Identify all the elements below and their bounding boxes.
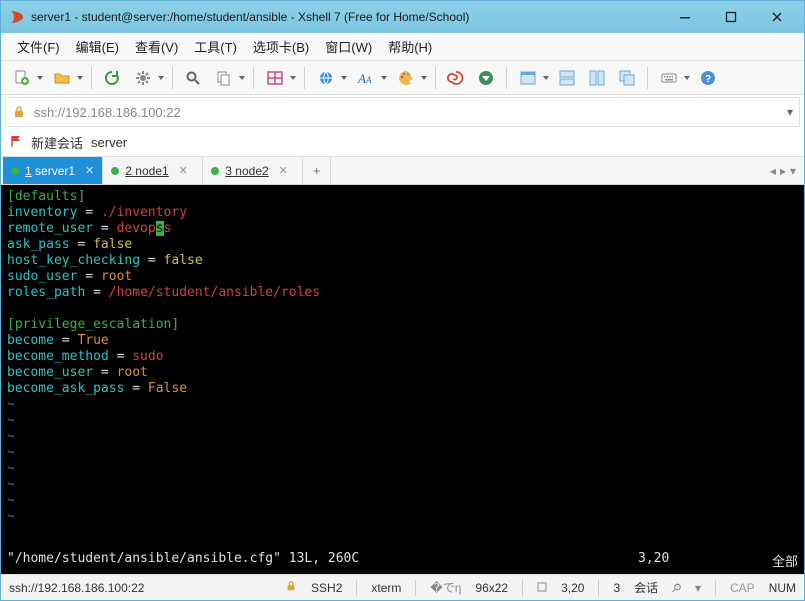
status-dot-icon <box>11 167 19 175</box>
lock-icon <box>285 580 297 595</box>
tile-horizontal-button[interactable] <box>553 64 581 92</box>
tab-node2[interactable]: 3 node2 ✕ <box>203 157 303 184</box>
menu-file[interactable]: 文件(F) <box>9 33 68 60</box>
close-button[interactable] <box>754 2 800 32</box>
svg-text:?: ? <box>705 74 711 85</box>
terminal-status-line: "/home/student/ansible/ansible.cfg" 13L,… <box>1 549 804 574</box>
file-info: "/home/student/ansible/ansible.cfg" 13L,… <box>7 551 359 570</box>
minimize-button[interactable] <box>662 2 708 32</box>
new-session-link[interactable]: 新建会话 <box>31 133 83 152</box>
menu-tools[interactable]: 工具(T) <box>186 33 245 60</box>
keyboard-button[interactable] <box>654 64 692 92</box>
status-dot-icon <box>211 167 219 175</box>
status-term: xterm <box>371 581 401 595</box>
menu-view[interactable]: 查看(V) <box>127 33 186 60</box>
copy-button[interactable] <box>209 64 247 92</box>
tab-node1[interactable]: 2 node1 ✕ <box>103 157 203 184</box>
tab-next-button[interactable]: ▸ <box>780 164 786 178</box>
status-dot-icon <box>111 167 119 175</box>
server-link[interactable]: server <box>91 135 127 150</box>
menu-window[interactable]: 窗口(W) <box>317 33 380 60</box>
font-button[interactable]: AA <box>351 64 389 92</box>
xftp-button[interactable] <box>472 64 500 92</box>
tile-vertical-button[interactable] <box>583 64 611 92</box>
svg-text:A: A <box>365 75 372 85</box>
tab-bar: 1 server1 ✕ 2 node1 ✕ 3 node2 ✕ + ◂ ▸ ▾ <box>1 157 804 185</box>
maximize-button[interactable] <box>708 2 754 32</box>
svg-text:A: A <box>357 71 366 86</box>
cursor-pos: 3,20 <box>638 551 748 570</box>
tab-add-button[interactable]: + <box>303 157 331 184</box>
tab-label: 1 server1 <box>25 164 75 178</box>
scroll-all: 全部 <box>748 551 798 570</box>
flag-icon <box>9 134 23 151</box>
layout-button[interactable] <box>260 64 298 92</box>
sessions-dropdown-icon[interactable]: ▾ <box>695 581 701 595</box>
session-quick-bar: 新建会话 server <box>1 129 804 157</box>
size-icon: �でη <box>430 579 461 596</box>
cursor-icon <box>537 581 547 595</box>
tab-close-button[interactable]: ✕ <box>179 164 188 177</box>
cascade-button[interactable] <box>613 64 641 92</box>
tab-close-button[interactable]: ✕ <box>85 164 94 177</box>
tab-label: 2 node1 <box>125 164 168 178</box>
help-button[interactable]: ? <box>694 64 722 92</box>
open-button[interactable] <box>47 64 85 92</box>
find-button[interactable] <box>179 64 207 92</box>
status-sessions: 会话 <box>634 579 658 596</box>
menu-edit[interactable]: 编辑(E) <box>68 33 127 60</box>
address-dropdown-icon[interactable]: ▾ <box>787 105 793 119</box>
spiral-button[interactable] <box>442 64 470 92</box>
status-sessions-count: 3 <box>613 581 620 595</box>
title-bar: server1 - student@server:/home/student/a… <box>1 1 804 33</box>
status-num: NUM <box>769 581 796 595</box>
link-icon[interactable]: ⚲ <box>668 579 684 595</box>
window-arrange-button[interactable] <box>513 64 551 92</box>
address-text: ssh://192.168.186.100:22 <box>34 105 787 120</box>
lock-icon <box>12 105 28 119</box>
tab-close-button[interactable]: ✕ <box>279 164 288 177</box>
properties-button[interactable] <box>128 64 166 92</box>
status-cursor: 3,20 <box>561 581 584 595</box>
window-title: server1 - student@server:/home/student/a… <box>31 10 469 24</box>
tab-nav: ◂ ▸ ▾ <box>764 157 802 184</box>
reconnect-button[interactable] <box>98 64 126 92</box>
address-bar[interactable]: ssh://192.168.186.100:22 ▾ <box>5 97 800 127</box>
toolbar: AA ? <box>1 61 804 95</box>
status-bar: ssh://192.168.186.100:22 SSH2 xterm �でη … <box>1 574 804 600</box>
status-protocol: SSH2 <box>311 581 342 595</box>
terminal[interactable]: [defaults] inventory = ./inventory remot… <box>1 185 804 549</box>
tab-server1[interactable]: 1 server1 ✕ <box>3 157 103 184</box>
menu-tabs[interactable]: 选项卡(B) <box>245 33 317 60</box>
new-session-button[interactable] <box>7 64 45 92</box>
tab-label: 3 node2 <box>225 164 268 178</box>
tab-list-button[interactable]: ▾ <box>790 164 796 178</box>
tab-prev-button[interactable]: ◂ <box>770 164 776 178</box>
status-caps: CAP <box>730 581 755 595</box>
menu-bar: 文件(F) 编辑(E) 查看(V) 工具(T) 选项卡(B) 窗口(W) 帮助(… <box>1 33 804 61</box>
status-ssh-url: ssh://192.168.186.100:22 <box>9 581 144 595</box>
app-icon <box>9 9 25 25</box>
menu-help[interactable]: 帮助(H) <box>380 33 440 60</box>
language-button[interactable] <box>311 64 349 92</box>
color-scheme-button[interactable] <box>391 64 429 92</box>
status-size: 96x22 <box>475 581 508 595</box>
